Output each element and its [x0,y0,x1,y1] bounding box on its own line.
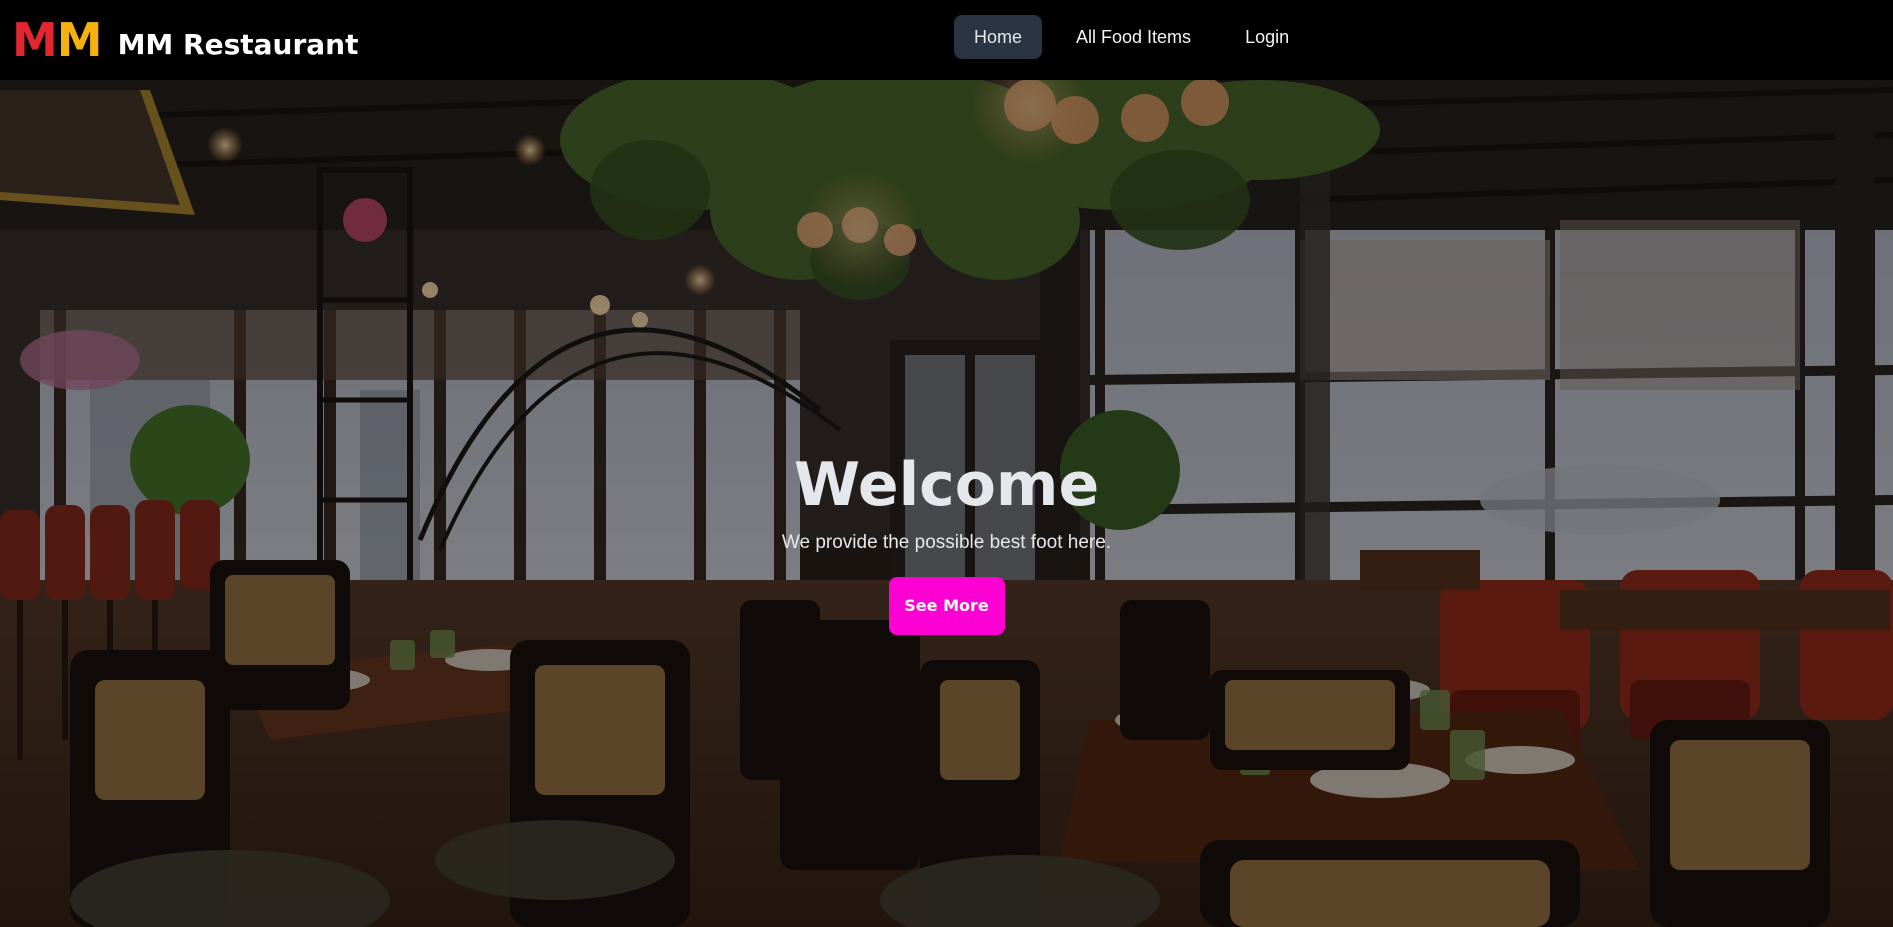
brand-initial-yellow: M [56,13,103,67]
nav-home[interactable]: Home [954,15,1043,59]
see-more-button[interactable]: See More [888,577,1005,635]
navbar: M M MM Restaurant Home All Food Items Lo… [0,0,1893,80]
brand-initial-red: M [12,13,58,67]
nav-login[interactable]: Login [1225,15,1309,59]
nav-all-food-items[interactable]: All Food Items [1056,15,1211,59]
brand-name: MM Restaurant [117,28,359,61]
nav-links: Home All Food Items Login [954,15,1309,59]
hero-subtitle: We provide the possible best foot here. [781,532,1112,553]
hero-section: Welcome We provide the possible best foo… [0,80,1893,927]
hero-content: Welcome We provide the possible best foo… [0,445,1893,635]
hero-title: Welcome [793,450,1100,520]
brand-logo[interactable]: M M MM Restaurant [12,14,359,66]
